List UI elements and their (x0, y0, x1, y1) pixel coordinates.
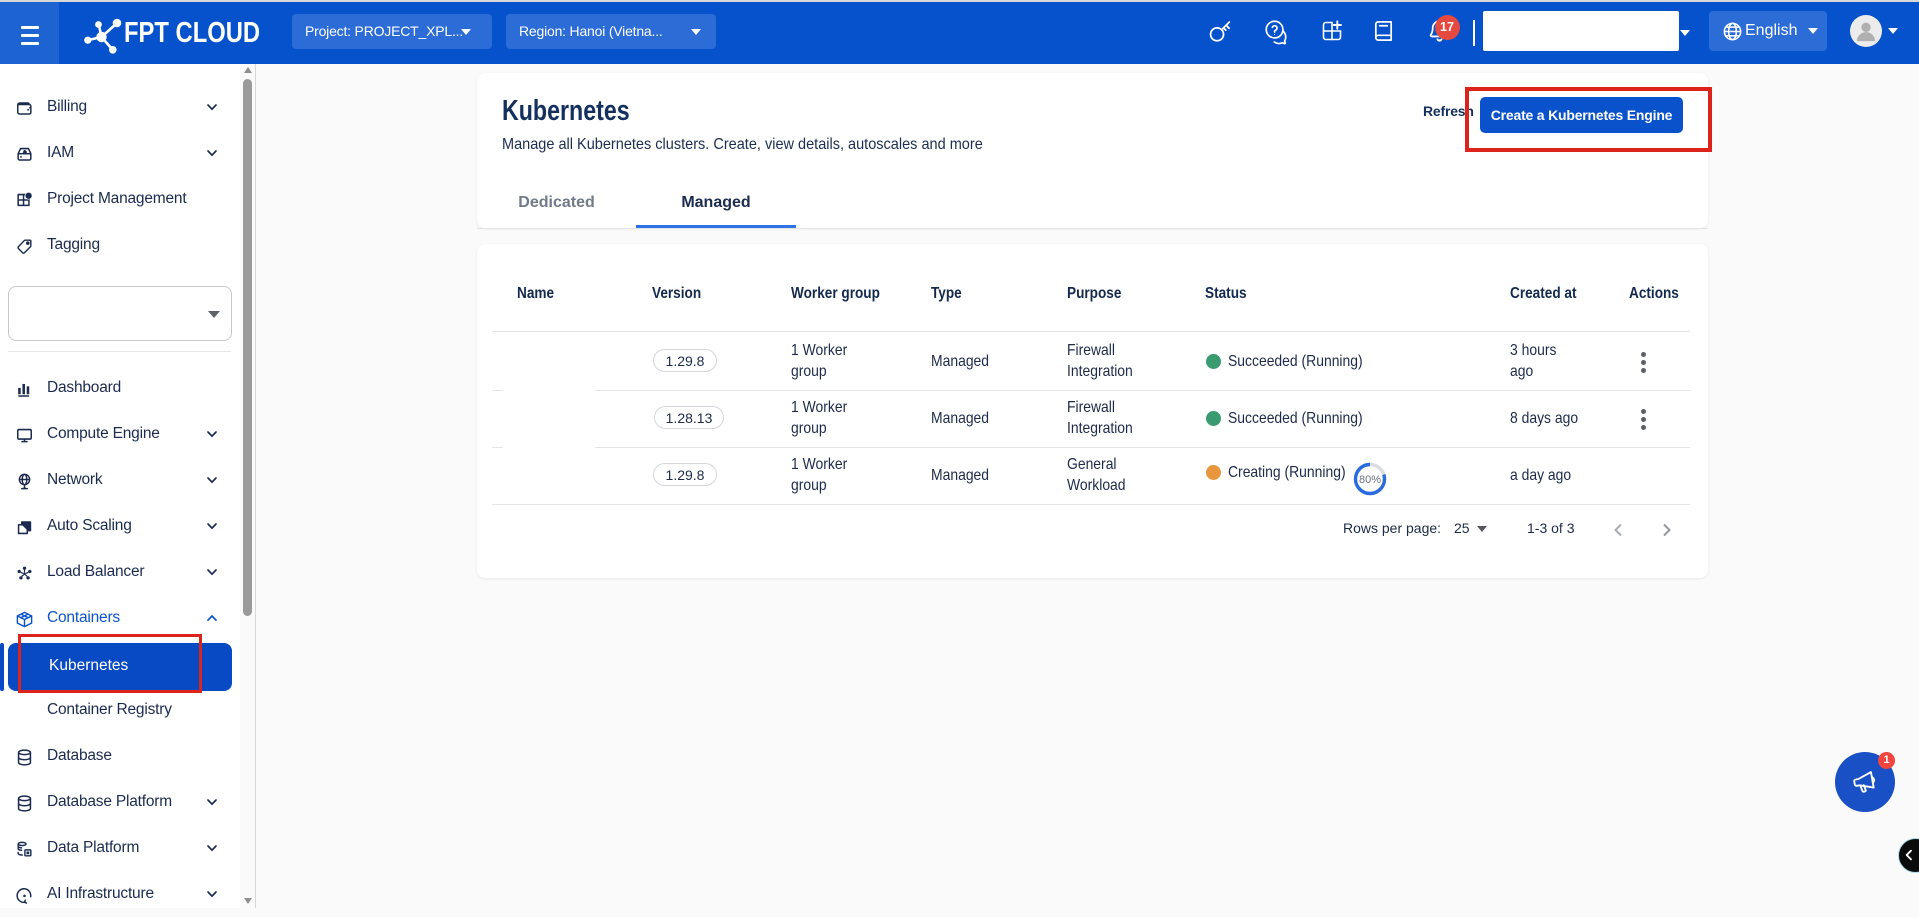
svg-text:80%: 80% (1359, 474, 1381, 486)
